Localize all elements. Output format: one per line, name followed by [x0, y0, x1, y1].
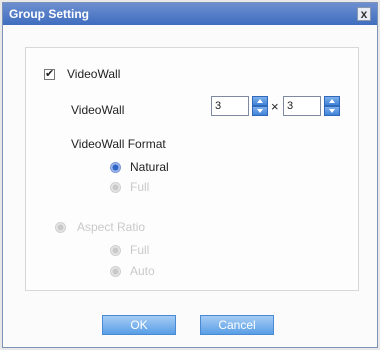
aspect-full-label: Full [130, 243, 150, 257]
aspect-ratio-label: Aspect Ratio [77, 220, 146, 234]
format-full-radio[interactable] [110, 182, 121, 193]
settings-panel: VideoWall VideoWall 3 × 3 VideoWall Form… [25, 47, 359, 291]
group-setting-dialog: Group Setting x VideoWall VideoWall 3 × … [2, 2, 378, 348]
spin-up-icon[interactable] [324, 96, 340, 106]
format-natural-radio[interactable] [110, 162, 121, 173]
spin-down-icon[interactable] [324, 106, 340, 116]
aspect-auto-radio[interactable] [110, 266, 121, 277]
aspect-full-radio[interactable] [110, 245, 121, 256]
rows-spinner[interactable] [252, 96, 268, 116]
ok-button[interactable]: OK [102, 315, 176, 335]
cols-input[interactable]: 3 [283, 96, 321, 116]
spin-down-icon[interactable] [252, 106, 268, 116]
rows-input[interactable]: 3 [211, 96, 249, 116]
format-label: VideoWall Format [71, 137, 166, 151]
cols-spinner[interactable] [324, 96, 340, 116]
title-bar[interactable]: Group Setting x [3, 3, 377, 25]
close-icon: x [360, 7, 368, 21]
videowall-checkbox[interactable] [44, 67, 55, 80]
dialog-title: Group Setting [9, 7, 89, 21]
cancel-button[interactable]: Cancel [200, 315, 274, 335]
spin-up-icon[interactable] [252, 96, 268, 106]
videowall-checkbox-label: VideoWall [67, 67, 121, 81]
close-button[interactable]: x [357, 7, 371, 21]
aspect-ratio-radio[interactable] [55, 222, 66, 233]
format-natural-label: Natural [130, 160, 169, 174]
aspect-auto-label: Auto [130, 264, 155, 278]
videowall-grid-label: VideoWall [71, 103, 125, 117]
times-sign: × [271, 99, 279, 114]
format-full-label: Full [130, 180, 150, 194]
